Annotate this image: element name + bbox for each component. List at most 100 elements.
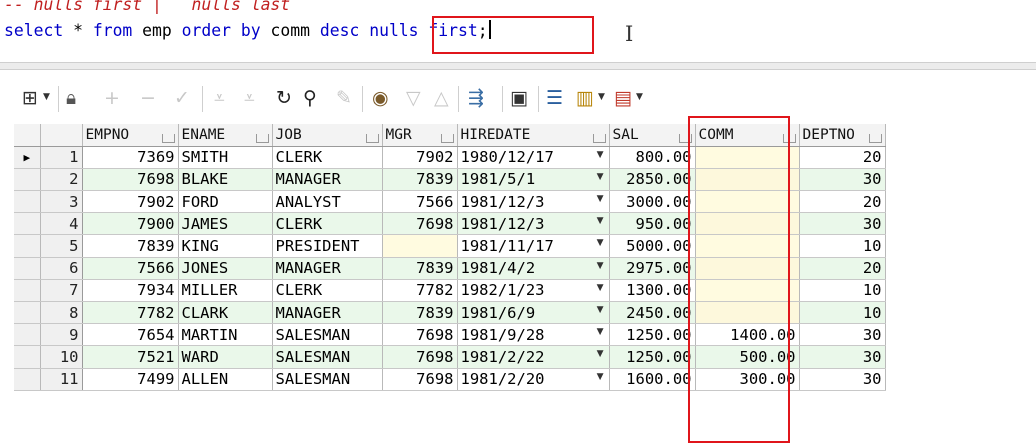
cell-job[interactable]: MANAGER — [272, 257, 383, 280]
column-header-empno[interactable]: EMPNO — [82, 124, 179, 147]
cell-hiredate[interactable]: 1981/6/9 ▼ — [457, 301, 610, 325]
cell-empno[interactable]: 7782 — [82, 301, 179, 325]
row-indicator[interactable] — [14, 345, 41, 369]
refresh-icon[interactable]: ↻ — [276, 88, 292, 108]
cell-empno[interactable]: 7499 — [82, 368, 179, 391]
date-dropdown-icon[interactable]: ▼ — [597, 327, 604, 337]
date-dropdown-icon[interactable]: ▼ — [597, 305, 604, 315]
filter-clear-icon[interactable]: ⩡ — [244, 88, 255, 108]
cell-job[interactable]: ANALYST — [272, 190, 383, 214]
query-icon[interactable]: ◉ — [372, 88, 389, 108]
cell-ename[interactable]: ALLEN — [178, 368, 273, 391]
date-dropdown-icon[interactable]: ▼ — [597, 172, 604, 182]
cell-ename[interactable]: SMITH — [178, 146, 273, 169]
grid-icon[interactable]: ⊞ — [22, 88, 38, 108]
cell-empno[interactable]: 7566 — [82, 257, 179, 280]
row-indicator[interactable] — [14, 257, 41, 280]
row-indicator[interactable] — [14, 279, 41, 303]
cell-deptno[interactable]: 30 — [799, 368, 886, 391]
column-menu-icon[interactable] — [440, 133, 454, 143]
cell-job[interactable]: SALESMAN — [272, 368, 383, 391]
row-number[interactable]: 1 — [40, 146, 83, 169]
cell-deptno[interactable]: 20 — [799, 257, 886, 280]
export-icon[interactable]: ☰ — [546, 88, 563, 108]
column-header-hiredate[interactable]: HIREDATE — [457, 124, 610, 147]
cell-hiredate[interactable]: 1981/12/3 ▼ — [457, 190, 610, 214]
cell-deptno[interactable]: 30 — [799, 168, 886, 192]
cell-job[interactable]: SALESMAN — [272, 323, 383, 347]
filter-icon[interactable]: ⩡ — [214, 88, 225, 108]
date-dropdown-icon[interactable]: ▼ — [597, 238, 604, 248]
cell-ename[interactable]: CLARK — [178, 301, 273, 325]
cell-job[interactable]: CLERK — [272, 279, 383, 303]
cell-ename[interactable]: MARTIN — [178, 323, 273, 347]
cell-hiredate[interactable]: 1981/5/1 ▼ — [457, 168, 610, 192]
column-header-job[interactable]: JOB — [272, 124, 383, 147]
chart-icon[interactable]: ▥ — [576, 88, 594, 108]
column-menu-icon[interactable] — [365, 133, 379, 143]
date-dropdown-icon[interactable]: ▼ — [597, 372, 604, 382]
lock-icon[interactable]: 🔒︎ — [66, 88, 76, 108]
cell-hiredate[interactable]: 1981/12/3 ▼ — [457, 212, 610, 236]
cell-mgr[interactable]: 7839 — [382, 257, 458, 280]
row-number[interactable]: 2 — [40, 168, 83, 192]
cell-hiredate[interactable]: 1981/11/17 ▼ — [457, 234, 610, 258]
column-menu-icon[interactable] — [161, 133, 175, 143]
row-number[interactable]: 4 — [40, 212, 83, 236]
cell-empno[interactable]: 7369 — [82, 146, 179, 169]
cell-empno[interactable]: 7521 — [82, 345, 179, 369]
cell-sal[interactable]: 1600.00 — [609, 368, 696, 391]
clear-icon[interactable]: ✎ — [336, 88, 352, 108]
sql-editor[interactable]: -- nulls first | nulls last select * fro… — [0, 0, 1036, 62]
cell-deptno[interactable]: 20 — [799, 146, 886, 169]
cell-mgr[interactable]: 7902 — [382, 146, 458, 169]
column-menu-icon[interactable] — [868, 133, 882, 143]
cell-ename[interactable]: KING — [178, 234, 273, 258]
row-number[interactable]: 7 — [40, 279, 83, 303]
cell-empno[interactable]: 7654 — [82, 323, 179, 347]
row-indicator[interactable] — [14, 234, 41, 258]
row-number[interactable]: 8 — [40, 301, 83, 325]
chevron-down-icon[interactable]: ▼ — [598, 92, 605, 102]
cell-job[interactable]: MANAGER — [272, 301, 383, 325]
cell-sal[interactable]: 2975.00 — [609, 257, 696, 280]
date-dropdown-icon[interactable]: ▼ — [597, 283, 604, 293]
cell-empno[interactable]: 7902 — [82, 190, 179, 214]
row-number[interactable]: 6 — [40, 257, 83, 280]
cell-sal[interactable]: 2850.00 — [609, 168, 696, 192]
cell-empno[interactable]: 7934 — [82, 279, 179, 303]
cell-deptno[interactable]: 30 — [799, 212, 886, 236]
column-header-mgr[interactable]: MGR — [382, 124, 458, 147]
sql-statement-line[interactable]: select * from emp order by comm desc nul… — [4, 20, 491, 40]
cell-mgr[interactable]: 7839 — [382, 168, 458, 192]
row-indicator[interactable] — [14, 168, 41, 192]
cell-deptno[interactable]: 10 — [799, 279, 886, 303]
add-icon[interactable]: + — [104, 88, 120, 108]
pane-splitter[interactable] — [0, 62, 1036, 70]
cell-deptno[interactable]: 30 — [799, 323, 886, 347]
cell-sal[interactable]: 2450.00 — [609, 301, 696, 325]
column-header-deptno[interactable]: DEPTNO — [799, 124, 886, 147]
cell-deptno[interactable]: 10 — [799, 301, 886, 325]
chevron-down-icon[interactable]: ▼ — [636, 92, 643, 102]
cell-job[interactable]: SALESMAN — [272, 345, 383, 369]
save-icon[interactable]: ▣ — [510, 88, 528, 108]
row-indicator[interactable] — [14, 323, 41, 347]
cell-sal[interactable]: 1300.00 — [609, 279, 696, 303]
date-dropdown-icon[interactable]: ▼ — [597, 349, 604, 359]
cell-sal[interactable]: 800.00 — [609, 146, 696, 169]
cell-mgr[interactable]: 7698 — [382, 345, 458, 369]
date-dropdown-icon[interactable]: ▼ — [597, 194, 604, 204]
cell-sal[interactable]: 950.00 — [609, 212, 696, 236]
column-menu-icon[interactable] — [255, 133, 269, 143]
cell-mgr[interactable]: 7698 — [382, 212, 458, 236]
cell-mgr[interactable]: 7698 — [382, 323, 458, 347]
row-indicator[interactable] — [14, 301, 41, 325]
date-dropdown-icon[interactable]: ▼ — [597, 261, 604, 271]
cell-mgr[interactable]: 7698 — [382, 368, 458, 391]
cell-sal[interactable]: 1250.00 — [609, 345, 696, 369]
cell-empno[interactable]: 7698 — [82, 168, 179, 192]
cell-ename[interactable]: WARD — [178, 345, 273, 369]
cell-hiredate[interactable]: 1981/2/22 ▼ — [457, 345, 610, 369]
remove-icon[interactable]: − — [140, 88, 156, 108]
